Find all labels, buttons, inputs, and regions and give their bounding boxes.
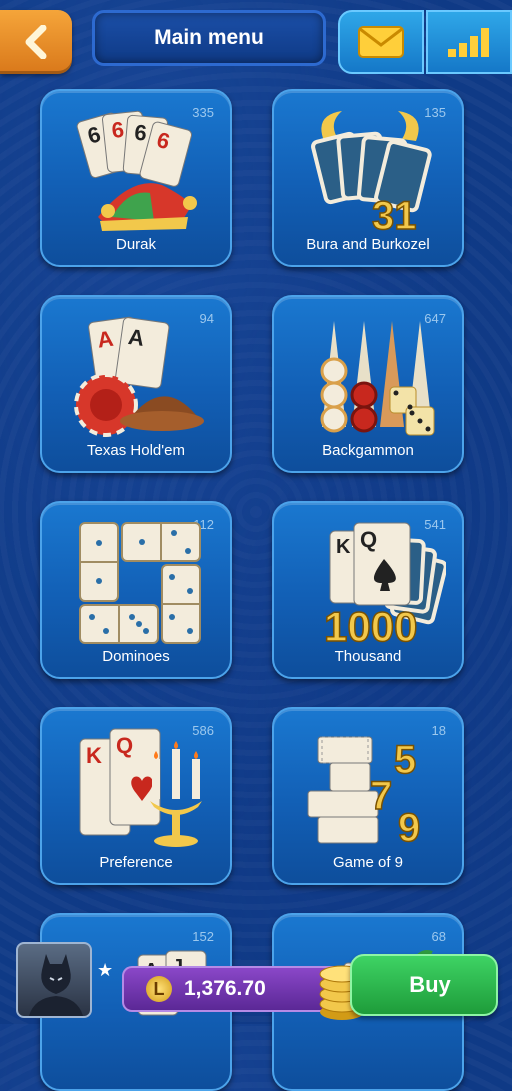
game-title: Durak <box>115 236 156 253</box>
svg-text:5: 5 <box>394 738 416 782</box>
svg-text:K: K <box>86 743 102 768</box>
svg-text:7: 7 <box>370 774 392 818</box>
chevron-left-icon <box>25 25 47 59</box>
page-title: Main menu <box>92 10 326 66</box>
user-avatar-icon <box>29 954 83 1016</box>
game-tile-bura[interactable]: 135 31 Bura and Burkozel <box>272 89 464 267</box>
game-tile-durak[interactable]: 335 6 6 6 6 Durak <box>40 89 232 267</box>
game-tile-thousand[interactable]: 541 K Q 1000 Thousand <box>272 501 464 679</box>
envelope-icon <box>358 26 404 58</box>
coin-icon: L <box>146 976 172 1002</box>
svg-text:6: 6 <box>110 117 125 143</box>
svg-text:6: 6 <box>133 120 147 146</box>
bar-chart-icon <box>448 28 489 57</box>
star-icon: ★ <box>97 960 114 980</box>
svg-text:K: K <box>336 536 351 558</box>
poker-icon: A A <box>74 316 204 437</box>
svg-text:Q: Q <box>116 733 133 758</box>
preference-icon: K Q <box>79 728 202 847</box>
buy-button[interactable]: Buy <box>350 954 498 1016</box>
game-tile-backgammon[interactable]: 647 Backgammon <box>272 295 464 473</box>
durak-icon: 6 6 6 6 <box>76 110 197 231</box>
game-tile-preference[interactable]: 586 K Q Preference <box>40 707 232 885</box>
game-title: Game of 9 <box>332 854 404 871</box>
game-title: Texas Hold'em <box>87 442 185 459</box>
svg-text:1000: 1000 <box>324 603 417 647</box>
bura-icon: 31 <box>311 111 432 235</box>
game-tile-dominoes[interactable]: 112 Dominoes <box>40 501 232 679</box>
game-title: Bura and Burkozel <box>306 236 430 253</box>
back-button[interactable] <box>0 10 72 74</box>
game-title: Thousand <box>334 648 402 665</box>
top-bar: Main menu <box>0 0 512 80</box>
game-tile-game-of-9[interactable]: 18 5 7 9 Game of 9 <box>272 707 464 885</box>
backgammon-icon <box>320 321 435 436</box>
dominoes-icon <box>79 522 201 644</box>
game-title: Backgammon <box>322 442 414 459</box>
avatar[interactable] <box>16 942 92 1018</box>
svg-text:Q: Q <box>360 527 377 552</box>
bottom-bar: ★ L 1,376.70 Buy <box>0 940 512 1024</box>
balance-amount: 1,376.70 <box>184 977 266 1000</box>
game-of-9-icon: 5 7 9 <box>307 736 421 851</box>
thousand-icon: K Q 1000 <box>323 522 446 647</box>
game-tile-texas-holdem[interactable]: 94 A A Texas Hold'em <box>40 295 232 473</box>
mail-button[interactable] <box>338 10 424 74</box>
svg-text:9: 9 <box>398 806 420 850</box>
leaderboard-button[interactable] <box>426 10 512 74</box>
svg-text:31: 31 <box>372 194 417 235</box>
top-button-group <box>338 10 512 74</box>
game-title: Dominoes <box>102 648 170 665</box>
game-title: Preference <box>99 854 173 871</box>
balance-display[interactable]: L 1,376.70 <box>122 966 342 1012</box>
